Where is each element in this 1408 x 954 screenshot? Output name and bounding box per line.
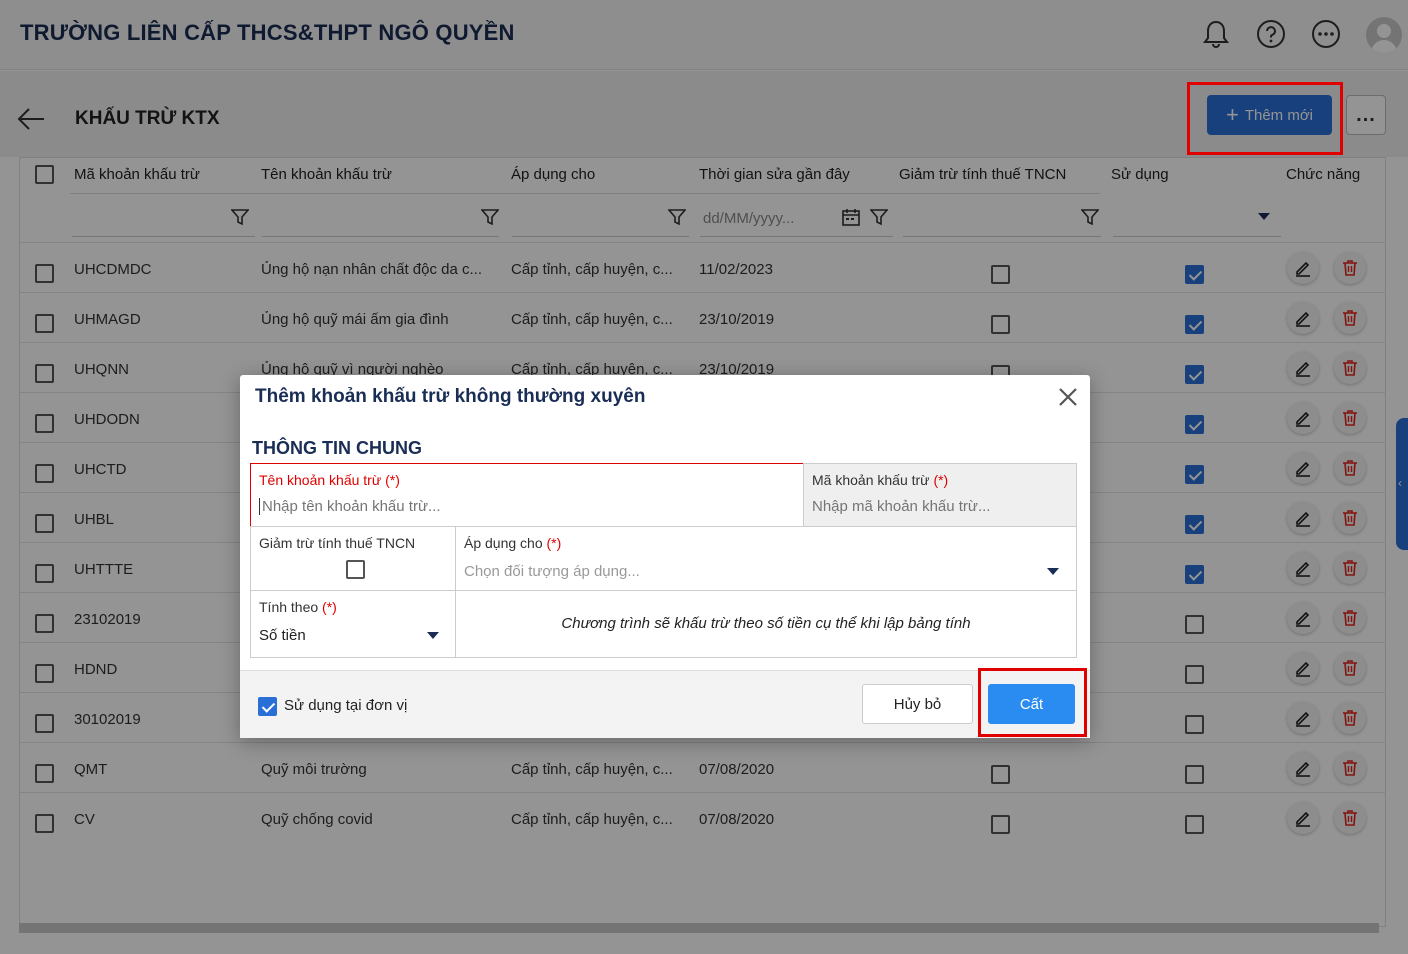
apply-select-placeholder[interactable]: Chọn đối tượng áp dụng... [464,563,640,580]
code-input[interactable] [812,498,1057,515]
use-at-unit-checkbox[interactable] [258,697,277,716]
apply-field-label: Áp dụng cho [464,535,543,551]
close-icon[interactable] [1058,387,1078,407]
calc-note: Chương trình sẽ khấu trừ theo số tiền cụ… [561,615,971,632]
use-at-unit-label: Sử dụng tại đơn vị [284,697,408,714]
tax-checkbox[interactable] [346,560,365,579]
tax-field: Giảm trừ tính thuế TNCN [250,526,456,591]
cancel-button[interactable]: Hủy bỏ [862,684,973,724]
code-field-label: Mã khoản khấu trừ [812,472,930,488]
dialog-footer: Sử dụng tại đơn vị Hủy bỏ Cất [240,670,1090,738]
tax-field-label: Giảm trừ tính thuế TNCN [259,535,416,551]
code-field[interactable]: Mã khoản khấu trừ (*) [803,463,1077,527]
section-title: THÔNG TIN CHUNG [252,438,422,458]
add-deduction-dialog: Thêm khoản khấu trừ không thường xuyên T… [240,375,1090,738]
chevron-down-icon[interactable] [1047,568,1059,575]
calc-field-label: Tính theo [259,599,319,615]
apply-field[interactable]: Áp dụng cho (*) Chọn đối tượng áp dụng..… [455,526,1077,591]
name-input[interactable] [259,498,756,515]
calc-select-value[interactable]: Số tiền [259,627,306,644]
name-field[interactable]: Tên khoản khấu trừ (*) [250,463,804,527]
save-button[interactable]: Cất [988,684,1075,724]
chevron-down-icon[interactable] [427,632,439,639]
calc-field[interactable]: Tính theo (*) Số tiền [250,590,456,658]
note-area: Chương trình sẽ khấu trừ theo số tiền cụ… [455,590,1077,658]
name-field-label: Tên khoản khấu trừ [259,472,382,488]
dialog-title: Thêm khoản khấu trừ không thường xuyên [255,386,646,407]
